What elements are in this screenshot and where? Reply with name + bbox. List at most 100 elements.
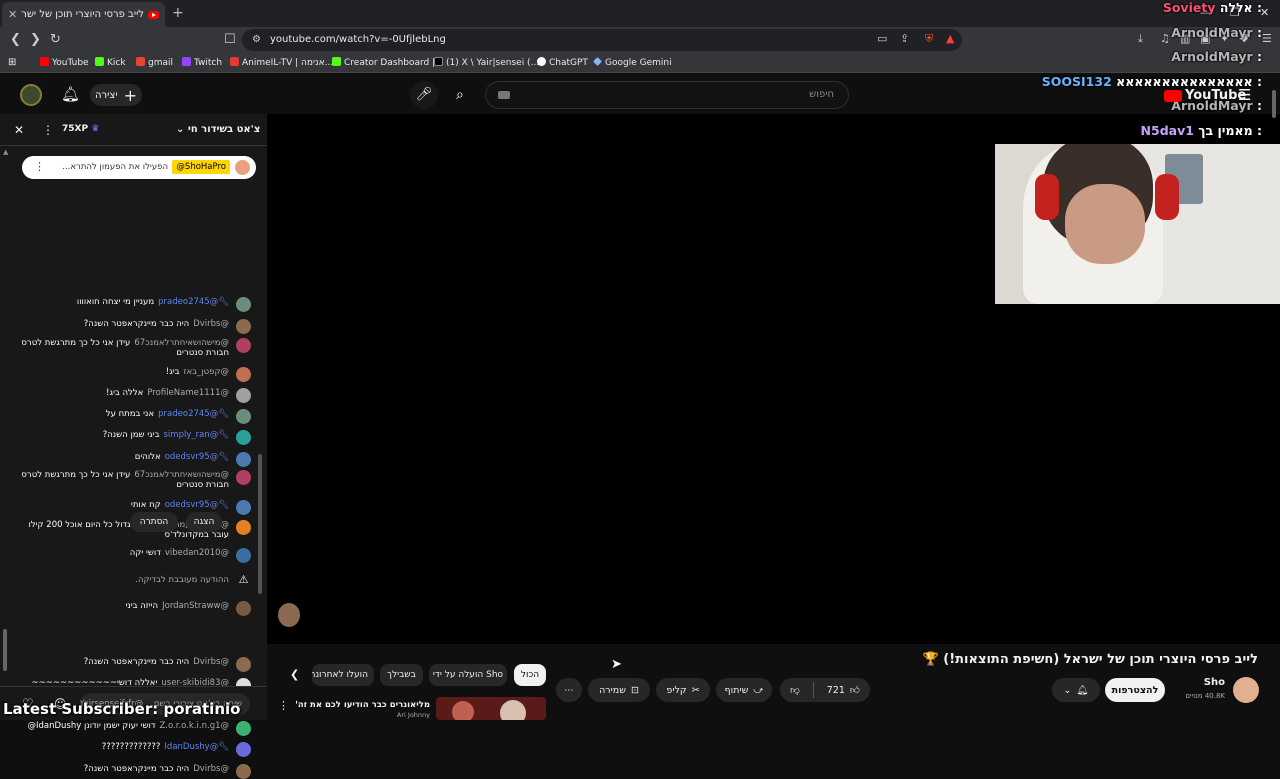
recommended-more-icon[interactable]: ⋮ — [278, 699, 289, 712]
close-tab-icon[interactable]: ✕ — [8, 8, 17, 21]
guide-menu-icon[interactable]: ☰ — [1238, 86, 1251, 104]
chat-message[interactable]: @Dvirbsהיה כבר מיינקראפטר השנה? — [11, 764, 251, 779]
chat-author[interactable]: @IdanDushy — [164, 742, 218, 752]
close-chat-icon[interactable]: ✕ — [14, 123, 24, 137]
chat-author[interactable]: @ProfileName1111 — [147, 388, 229, 398]
like-dislike-group: 👎︎ 721 👍︎ — [780, 678, 870, 702]
chip-for-you[interactable]: בשבילך — [380, 664, 423, 686]
chat-message[interactable]: 🔧︎@odedsvr95 קח אותי — [11, 500, 251, 515]
site-info-icon[interactable]: ⚙ — [252, 34, 261, 45]
chat-message[interactable]: @Dvirbsהיה כבר מיינקראפטר השנה? — [11, 657, 251, 672]
chat-message[interactable]: 🔧︎@odedsvr95 אלוהים — [11, 452, 251, 467]
chat-text: היה כבר מיינקראפטר השנה? — [83, 657, 190, 667]
apps-icon[interactable]: ⊞ — [8, 57, 16, 68]
moderator-wrench-icon: 🔧︎ — [218, 297, 229, 307]
held-hide-button[interactable]: הסתרה — [130, 512, 178, 532]
page-scrollbar[interactable] — [1272, 90, 1276, 118]
url-text[interactable]: youtube.com/watch?v=-0UfjlebLng — [270, 34, 446, 45]
chat-avatar — [236, 601, 251, 616]
share-button[interactable]: שיתוף ⤻ — [716, 678, 772, 702]
reload-icon[interactable]: ↻ — [50, 32, 61, 47]
bookmark-youtube[interactable]: YouTube — [40, 57, 89, 68]
bookmark-animeil[interactable]: AnimeIL-TV | אנימה... — [230, 57, 333, 68]
chat-message[interactable]: @JordanStrawwהייזה ביני — [11, 601, 251, 616]
recommended-video[interactable]: ⋮ מליאונרים כבר הודיעו לכם את זה? Ari Jo… — [278, 697, 548, 720]
bookmark-gmail[interactable]: gmail — [136, 57, 173, 68]
chat-author[interactable]: @pradeo2745 — [158, 409, 218, 419]
like-icon[interactable]: 👍︎ — [850, 684, 860, 696]
share-icon[interactable]: ⇪ — [900, 32, 909, 45]
chip-recent[interactable]: הועלו לאחרונה — [312, 664, 374, 686]
chip-all[interactable]: הכול — [514, 664, 546, 686]
chat-author[interactable]: @Dvirbs — [193, 764, 229, 774]
held-show-button[interactable]: הצגה — [186, 512, 222, 532]
browser-tab[interactable]: לייב פרסי היוצרי תוכן של ישראל ✕ — [2, 2, 165, 27]
keyboard-icon[interactable] — [498, 91, 510, 99]
search-icon[interactable]: ⌕ — [456, 87, 464, 103]
create-button[interactable]: יצירה + — [90, 84, 142, 106]
chat-message[interactable]: 🔧︎@simply_ran ביגי שמן השנה? — [11, 430, 251, 445]
chat-message[interactable]: @ProfileName1111אללה ביג! — [11, 388, 251, 403]
create-label: יצירה — [95, 89, 118, 101]
rewards-icon[interactable]: ▲ — [946, 32, 954, 45]
chat-title[interactable]: צ'אט בשידור חי ⌄ — [176, 124, 260, 135]
chat-author[interactable]: @odedsvr95 — [165, 452, 219, 462]
chat-author[interactable]: @JordanStraww — [162, 601, 229, 611]
bookmark-x[interactable]: (1) X \ Yair|sensei (... — [434, 57, 539, 68]
chat-message[interactable]: @מישהושאיחתרלאמנכ67עידן אני כל כך מתרגשת… — [11, 470, 251, 490]
chat-author[interactable]: @Z.o.r.o.k.i.n.g1 — [159, 721, 229, 731]
voice-search-icon[interactable]: 🎤︎ — [410, 81, 438, 109]
forward-icon[interactable]: ❯ — [30, 32, 41, 47]
chat-message[interactable]: 🔧︎@pradeo2745אני במתח על — [11, 409, 251, 424]
bookmark-chatgpt[interactable]: ChatGPT — [537, 57, 588, 68]
more-options-icon[interactable]: ⋮ — [42, 123, 54, 137]
chat-author[interactable]: @קפטן_באז — [184, 367, 229, 377]
cast-icon[interactable]: ▭ — [877, 32, 887, 45]
dislike-icon[interactable]: 👎︎ — [790, 684, 800, 696]
scroll-up-icon[interactable]: ▲ — [3, 148, 8, 156]
overlay-line: : ArnoldMayr — [1171, 25, 1262, 40]
avatar[interactable] — [20, 84, 42, 106]
recommended-channel: Ari Johnny — [396, 711, 430, 719]
chips-prev-icon[interactable]: ❮ — [290, 668, 299, 681]
notifications-icon[interactable]: 🔔︎ — [61, 85, 80, 103]
channel-name[interactable]: Sho — [1180, 677, 1225, 688]
pinned-message[interactable]: @ShoHaPro הפעילו את הפעמון להתרא... ⋮ — [22, 156, 256, 179]
brave-shield-icon[interactable]: ⛨ — [925, 32, 933, 46]
channel-avatar[interactable] — [1233, 677, 1259, 703]
chat-author[interactable]: @מישהושאיחתרלאמנכ67 — [134, 470, 229, 480]
chat-message[interactable]: @vibedan2010 דושי יקה — [11, 548, 251, 563]
chat-scrollbar[interactable] — [258, 454, 262, 594]
bookmark-kick[interactable]: Kick — [95, 57, 126, 68]
chat-message[interactable]: @Z.o.r.o.k.i.n.g1דושי יעוק ישמן יודונן I… — [11, 721, 251, 736]
chat-message[interactable]: @קפטן_באז ביג! — [11, 367, 251, 382]
clip-button[interactable]: קליפ ✂ — [656, 678, 710, 702]
subscribe-button[interactable]: להצטרפות — [1105, 678, 1165, 702]
chip-uploaded-by[interactable]: הועלה על ידי Sho — [429, 664, 507, 686]
save-button[interactable]: שמירה ⊡ — [588, 678, 650, 702]
chat-author[interactable]: @simply_ran — [164, 430, 219, 440]
notify-bell-button[interactable]: ⌄ 🔔︎ — [1052, 678, 1100, 702]
pinned-more-icon[interactable]: ⋮ — [34, 160, 45, 173]
chat-message[interactable]: @מישהושאיחתרלאמנכ67עידן אני כל כך מתרגשת… — [11, 338, 251, 358]
chat-author[interactable]: @odedsvr95 — [165, 500, 219, 510]
chat-author[interactable]: @vibedan2010 — [165, 548, 229, 558]
chat-author[interactable]: @pradeo2745 — [158, 297, 218, 307]
more-actions-button[interactable]: ⋯ — [556, 678, 582, 702]
chat-author[interactable]: @מישהושאיחתרלאמנכ67 — [134, 338, 229, 348]
back-icon[interactable]: ❮ — [10, 32, 21, 47]
search-input[interactable]: ⌕ חיפוש — [456, 81, 849, 109]
chat-message[interactable]: 🔧︎@pradeo2745מעניין מי יצחה חואוווו — [11, 297, 251, 312]
chat-author[interactable]: @Dvirbs — [193, 319, 229, 329]
chat-message[interactable]: ⚠ ההודעה מעובבת לבדיקה. — [11, 574, 251, 590]
new-tab-icon[interactable]: + — [172, 5, 184, 21]
chat-message[interactable]: 🔧︎@IdanDushy????????????? — [11, 742, 251, 757]
bookmark-gemini[interactable]: Google Gemini — [593, 57, 672, 68]
youtube-logo[interactable]: YouTube — [1164, 88, 1246, 103]
chat-scroll-thumb[interactable] — [3, 629, 7, 671]
bookmark-icon[interactable]: ☐ — [224, 32, 236, 47]
bookmark-creator-dashboard[interactable]: Creator Dashboard |... — [332, 57, 444, 68]
chat-message[interactable]: @Dvirbsהיה כבר מיינקראפטר השנה? — [11, 319, 251, 334]
bookmark-twitch[interactable]: Twitch — [182, 57, 222, 68]
chat-author[interactable]: @Dvirbs — [193, 657, 229, 667]
